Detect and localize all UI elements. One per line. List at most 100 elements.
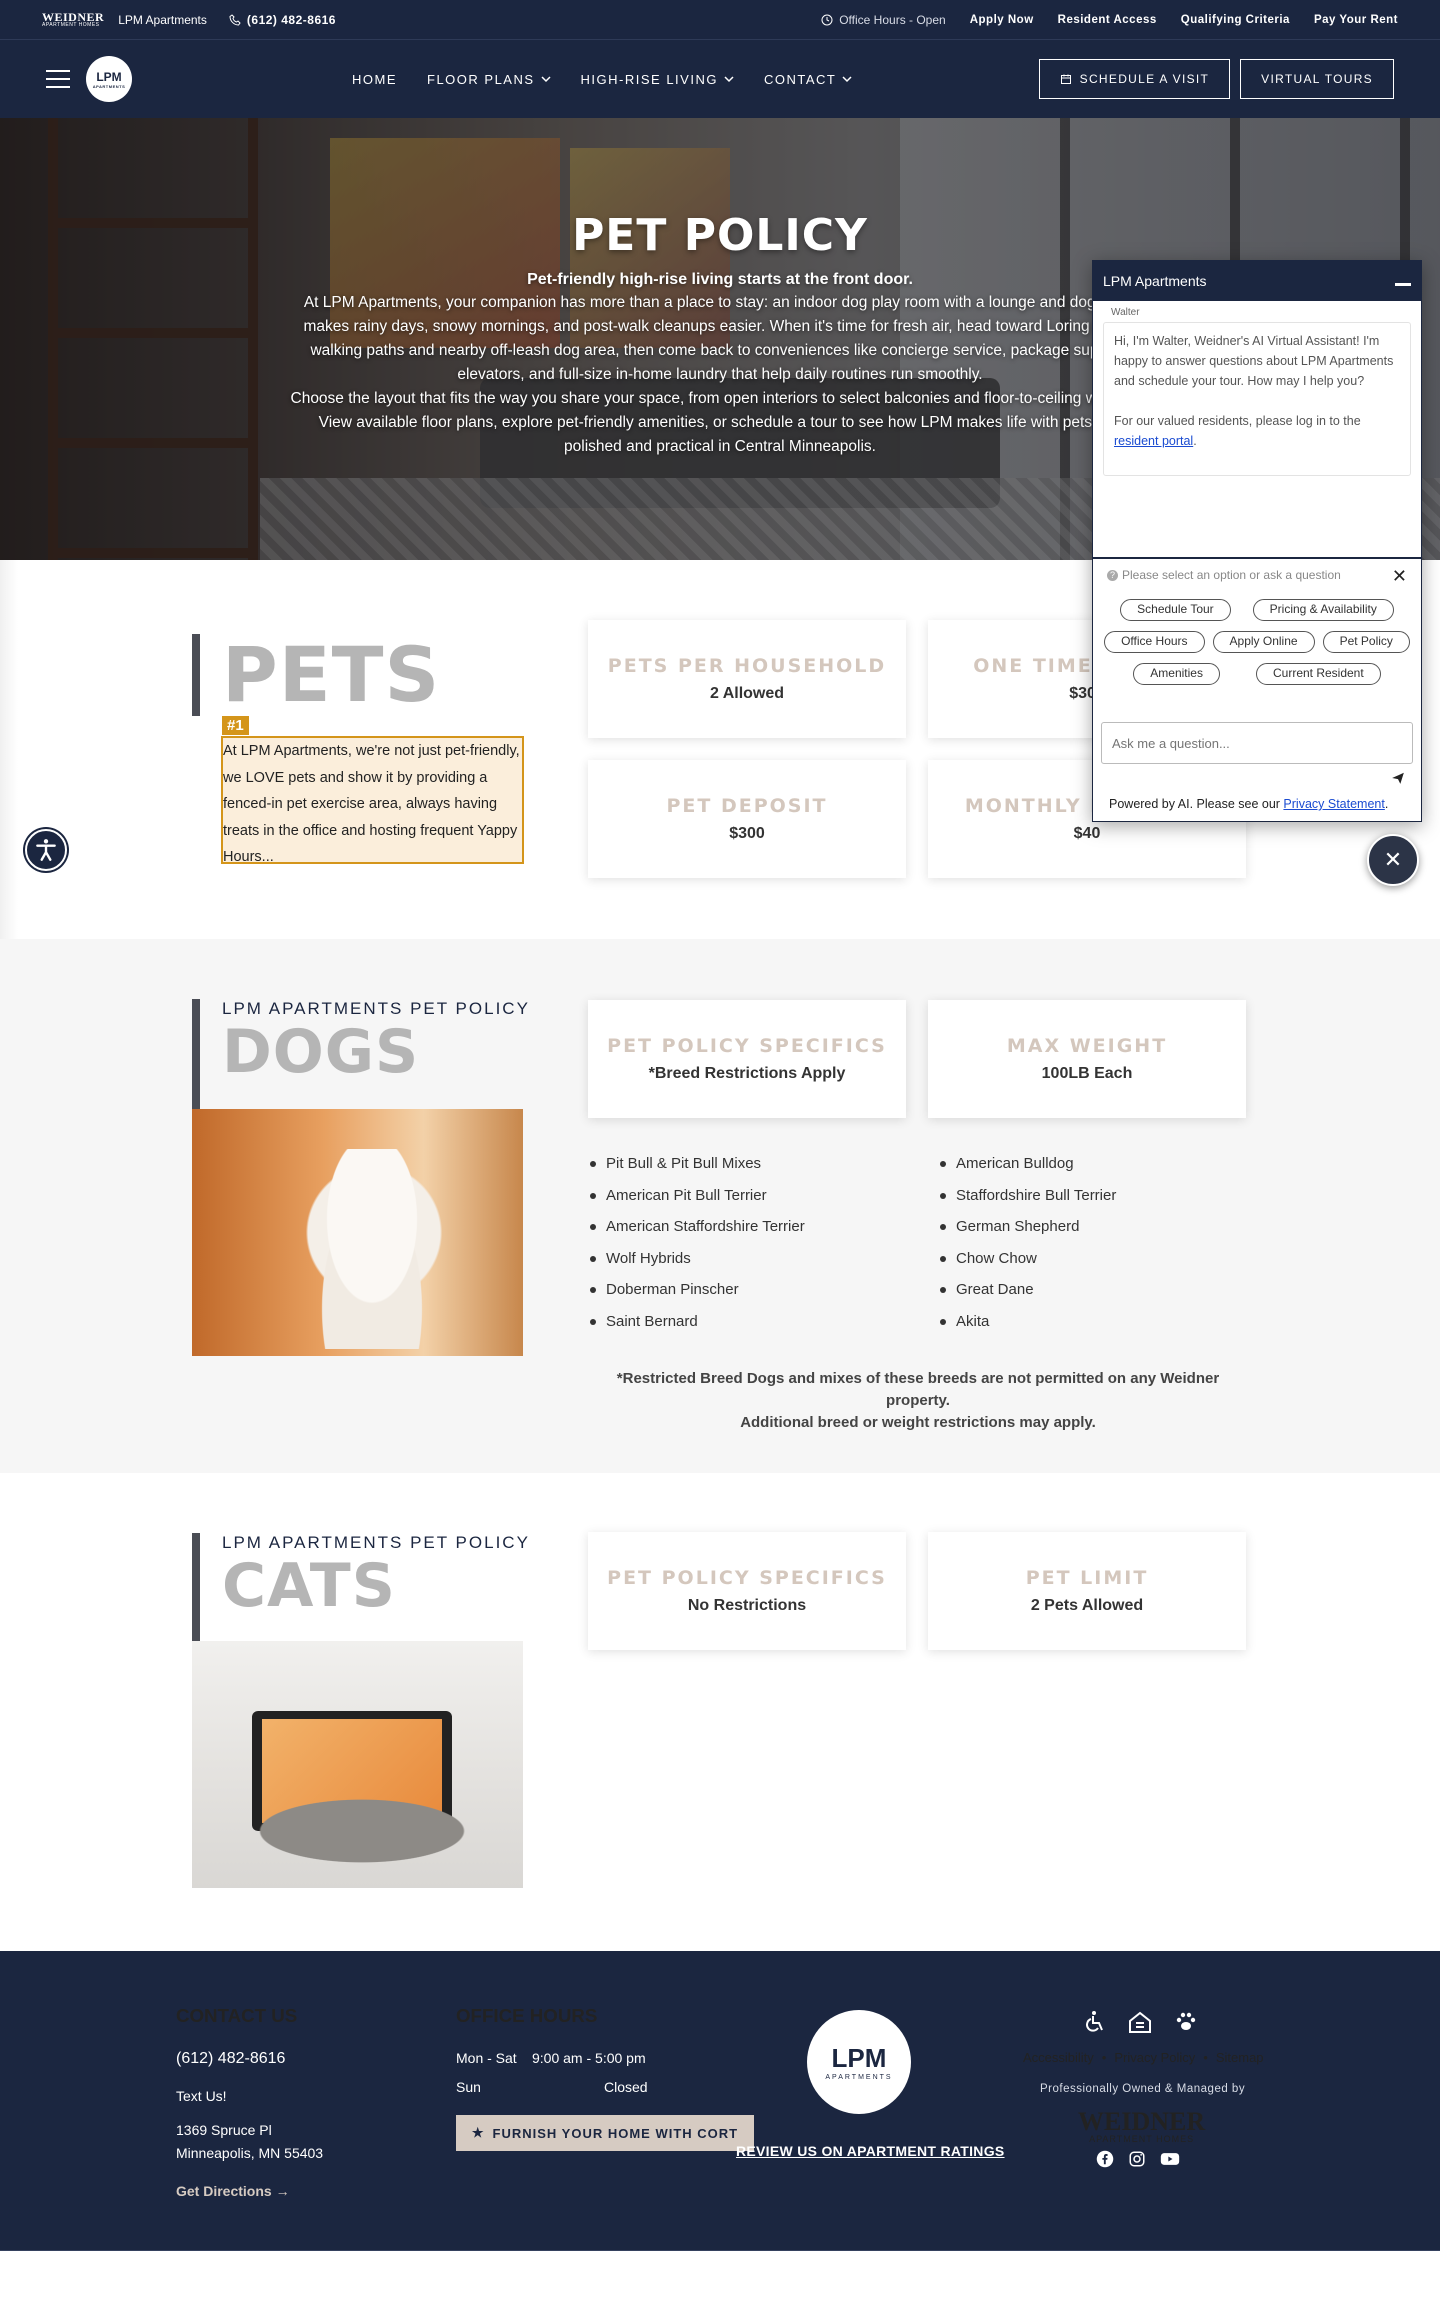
- list-item: American Staffordshire Terrier: [588, 1211, 805, 1243]
- chat-input[interactable]: [1101, 722, 1413, 764]
- lpm-logo[interactable]: LPM APARTMENTS: [86, 56, 132, 102]
- property-name: LPM Apartments: [118, 12, 207, 27]
- virtual-tours-button[interactable]: VIRTUAL TOURS: [1240, 59, 1394, 99]
- cats-title-block: LPM APARTMENTS PET POLICY CATS: [192, 1533, 530, 1657]
- dogs-card-max-weight: MAX WEIGHT 100LB Each: [928, 1000, 1246, 1118]
- footer-links: Accessibility • Privacy Policy • Sitemap: [1023, 2050, 1264, 2065]
- hero-paragraph-2: Choose the layout that fits the way you …: [290, 390, 1150, 455]
- nav-contact[interactable]: CONTACT: [764, 72, 852, 87]
- menu-hamburger-icon[interactable]: [46, 70, 70, 88]
- facebook-icon[interactable]: [1096, 2150, 1114, 2168]
- chat-prompt: ? Please select an option or ask a quest…: [1107, 568, 1341, 582]
- hours-day-2: Sun: [456, 2079, 481, 2095]
- review-apartment-ratings-link[interactable]: REVIEW US ON APARTMENT RATINGS: [736, 2143, 1005, 2159]
- cats-section: LPM APARTMENTS PET POLICY CATS PET POLIC…: [0, 1473, 1440, 1951]
- nav-high-rise-living[interactable]: HIGH-RISE LIVING: [581, 72, 734, 87]
- chat-title: LPM Apartments: [1103, 273, 1207, 289]
- chat-powered-by: Powered by AI. Please see our Privacy St…: [1109, 797, 1389, 811]
- chip-amenities[interactable]: Amenities: [1133, 663, 1220, 685]
- get-directions-link[interactable]: Get Directions →: [176, 2183, 290, 2199]
- list-item: Saint Bernard: [588, 1306, 805, 1338]
- apply-now-link[interactable]: Apply Now: [970, 14, 1034, 26]
- chat-quick-options: Schedule Tour Pricing & Availability Off…: [1099, 599, 1415, 685]
- list-item: Great Dane: [938, 1274, 1116, 1306]
- youtube-icon[interactable]: [1160, 2150, 1180, 2168]
- resident-portal-link[interactable]: resident portal: [1114, 434, 1193, 448]
- list-item: German Shepherd: [938, 1211, 1116, 1243]
- list-item: Doberman Pinscher: [588, 1274, 805, 1306]
- instagram-icon[interactable]: [1128, 2150, 1146, 2168]
- clock-icon: [821, 14, 833, 25]
- privacy-policy-link[interactable]: Privacy Policy: [1114, 2050, 1195, 2065]
- chevron-down-icon: [842, 76, 852, 83]
- chat-header: LPM Apartments: [1093, 261, 1421, 301]
- hours-day-1: Mon - Sat: [456, 2050, 517, 2066]
- hero-paragraph-1: At LPM Apartments, your companion has mo…: [303, 294, 1137, 383]
- powered-by-multihub[interactable]: Powered by multihub: [176, 2280, 322, 2301]
- top-utility-bar: WEIDNER APARTMENT HOMES LPM Apartments (6…: [0, 0, 1440, 40]
- cat-photo: [192, 1641, 523, 1888]
- resident-access-link[interactable]: Resident Access: [1058, 14, 1157, 26]
- wheelchair-icon: [1086, 2011, 1103, 2032]
- pay-rent-link[interactable]: Pay Your Rent: [1314, 14, 1398, 26]
- nav-floor-plans[interactable]: FLOOR PLANS: [427, 72, 551, 87]
- footer-text-us-link[interactable]: Text Us!: [176, 2088, 227, 2104]
- chip-apply-online[interactable]: Apply Online: [1212, 631, 1315, 653]
- pets-card-deposit: PET DEPOSIT $300: [588, 760, 906, 878]
- dogs-card-specifics: PET POLICY SPECIFICS *Breed Restrictions…: [588, 1000, 906, 1118]
- list-item: American Pit Bull Terrier: [588, 1180, 805, 1212]
- chip-current-resident[interactable]: Current Resident: [1255, 663, 1381, 685]
- list-item: Chow Chow: [938, 1243, 1116, 1275]
- star-icon: ★: [471, 2125, 485, 2140]
- close-icon[interactable]: ✕: [1392, 566, 1407, 587]
- cats-heading: CATS: [222, 1551, 396, 1621]
- send-icon[interactable]: [1391, 771, 1405, 785]
- weidner-logo[interactable]: WEIDNER APARTMENT HOMES: [42, 11, 104, 28]
- cats-card-specifics: PET POLICY SPECIFICS No Restrictions: [588, 1532, 906, 1650]
- qualifying-criteria-link[interactable]: Qualifying Criteria: [1181, 14, 1290, 26]
- list-item: Akita: [938, 1306, 1116, 1338]
- footer-weidner-logo[interactable]: WEIDNER APARTMENT HOMES: [1078, 2109, 1205, 2145]
- footer-address-line-2: Minneapolis, MN 55403: [176, 2145, 324, 2161]
- privacy-statement-link[interactable]: Privacy Statement: [1283, 797, 1384, 811]
- dog-photo: [192, 1109, 523, 1356]
- list-item: Pit Bull & Pit Bull Mixes: [588, 1148, 805, 1180]
- chip-pet-policy[interactable]: Pet Policy: [1322, 631, 1410, 653]
- office-hours-heading: OFFICE HOURS: [456, 2005, 598, 2026]
- chip-office-hours[interactable]: Office Hours: [1104, 631, 1205, 653]
- chat-close-fab[interactable]: ✕: [1367, 834, 1419, 886]
- list-item: Wolf Hybrids: [588, 1243, 805, 1275]
- chat-sender-name: Walter: [1111, 307, 1140, 318]
- website-design-by-repli[interactable]: Website Design by repli: [1138, 2280, 1276, 2301]
- paw-icon: [1176, 2012, 1196, 2030]
- cats-kicker: LPM APARTMENTS PET POLICY: [222, 1533, 530, 1552]
- chat-message: Hi, I'm Walter, Weidner's AI Virtual Ass…: [1103, 322, 1411, 476]
- accessibility-person-icon: [36, 839, 56, 861]
- contact-us-heading: CONTACT US: [176, 2005, 298, 2026]
- restricted-breeds-right: American Bulldog Staffordshire Bull Terr…: [938, 1148, 1116, 1338]
- hours-time-2: Closed: [604, 2079, 648, 2095]
- sitemap-link[interactable]: Sitemap: [1216, 2050, 1264, 2065]
- chat-widget: LPM Apartments Walter Hi, I'm Walter, We…: [1092, 260, 1422, 822]
- chip-schedule-tour[interactable]: Schedule Tour: [1120, 599, 1231, 621]
- footer-phone-link[interactable]: (612) 482-8616: [176, 2050, 285, 2068]
- minimize-icon[interactable]: [1395, 282, 1411, 286]
- schedule-visit-button[interactable]: SCHEDULE A VISIT: [1038, 59, 1231, 99]
- accessibility-link[interactable]: Accessibility: [1023, 2050, 1094, 2065]
- main-navigation: LPM APARTMENTS HOME FLOOR PLANS HIGH-RISE…: [0, 40, 1440, 118]
- dogs-heading: DOGS: [222, 1017, 420, 1087]
- pets-heading: PETS: [222, 630, 441, 719]
- nav-home[interactable]: HOME: [352, 72, 397, 87]
- managed-by-text: Professionally Owned & Managed by: [1040, 2083, 1246, 2095]
- accessibility-widget-button[interactable]: [25, 829, 67, 871]
- social-links: [1096, 2150, 1180, 2168]
- footer-address-line-1: 1369 Spruce Pl: [176, 2122, 272, 2138]
- highlight-badge: #1: [222, 716, 249, 735]
- top-phone-link[interactable]: (612) 482-8616: [229, 13, 336, 27]
- cats-card-pet-limit: PET LIMIT 2 Pets Allowed: [928, 1532, 1246, 1650]
- restricted-breeds-note: *Restricted Breed Dogs and mixes of thes…: [616, 1370, 1220, 1431]
- footer-lpm-logo[interactable]: LPM APARTMENTS: [807, 2010, 911, 2114]
- chip-pricing-availability[interactable]: Pricing & Availability: [1252, 599, 1394, 621]
- furnish-cort-button[interactable]: ★ FURNISH YOUR HOME WITH CORT: [456, 2115, 754, 2151]
- footer-compliance-icons: [1082, 2010, 1198, 2034]
